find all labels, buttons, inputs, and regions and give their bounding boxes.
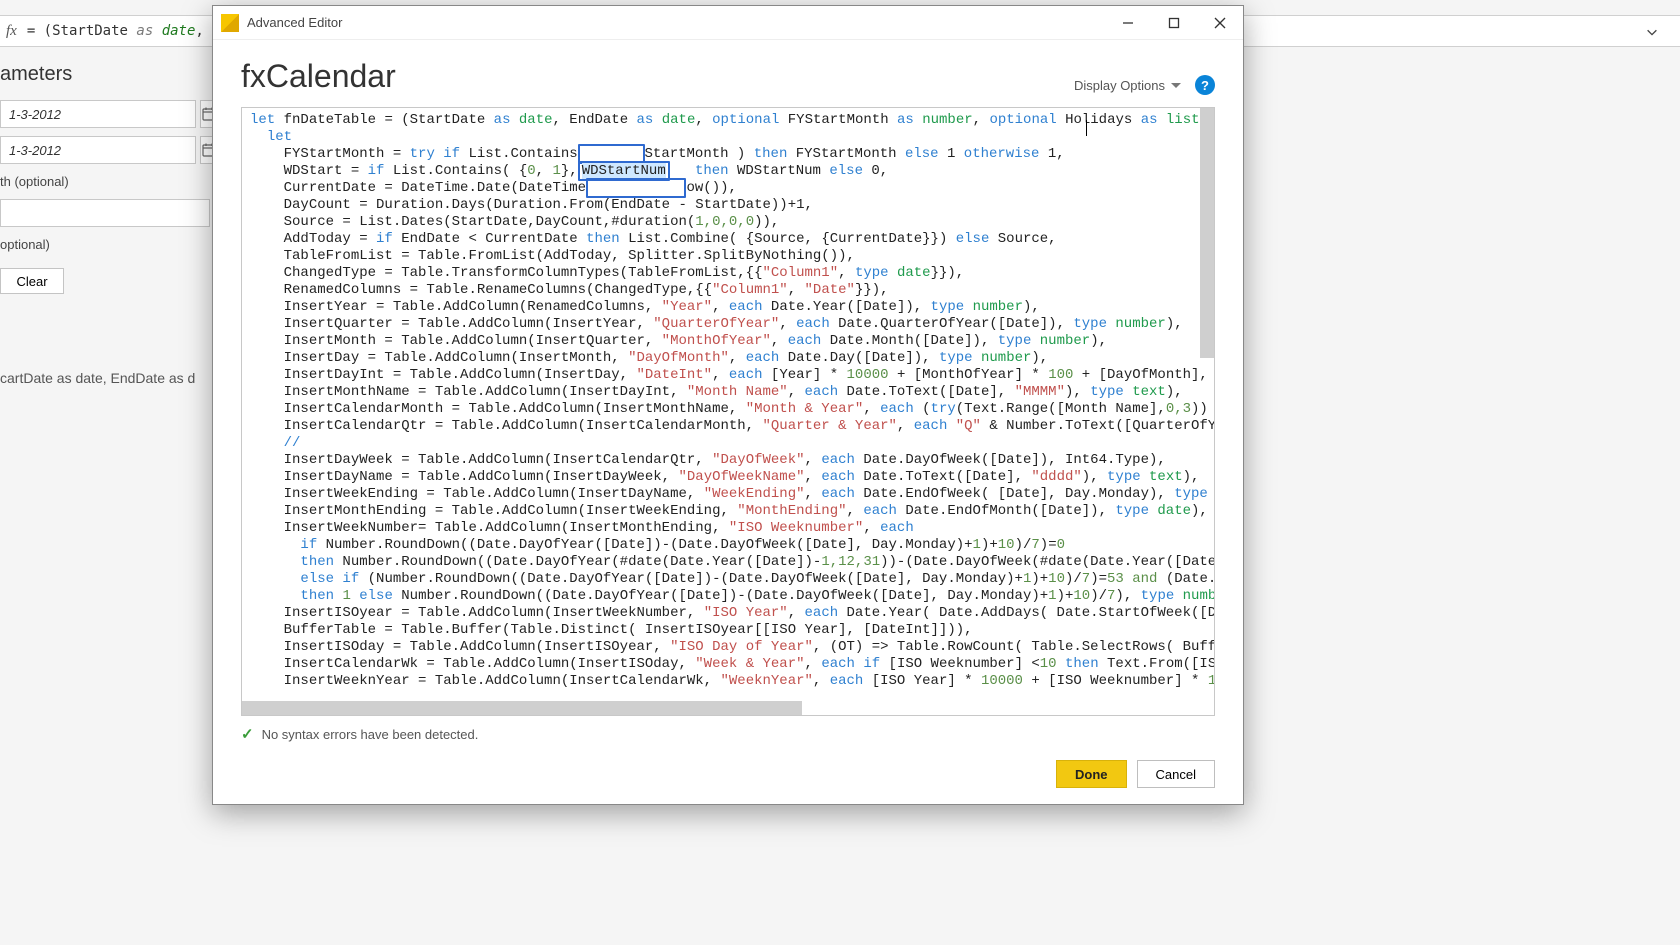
- highlighted-token: WDStartNum: [582, 163, 666, 179]
- fystartmonth-label: th (optional): [0, 172, 210, 191]
- start-date-input[interactable]: [0, 100, 196, 128]
- fx-icon: fx: [6, 23, 17, 40]
- status-text: No syntax errors have been detected.: [262, 727, 479, 742]
- fystartmonth-input[interactable]: [0, 199, 210, 227]
- function-signature: cartDate as date, EndDate as d: [0, 370, 195, 386]
- expand-down-icon[interactable]: [1642, 22, 1662, 42]
- maximize-button[interactable]: [1151, 6, 1197, 40]
- code-editor[interactable]: let fnDateTable = (StartDate as date, En…: [241, 107, 1215, 716]
- titlebar: Advanced Editor: [213, 6, 1243, 40]
- text-cursor: [1086, 120, 1087, 136]
- close-button[interactable]: [1197, 6, 1243, 40]
- query-name: fxCalendar: [241, 58, 396, 95]
- optional-label: optional): [0, 235, 210, 254]
- cancel-button[interactable]: Cancel: [1137, 760, 1215, 788]
- window-title: Advanced Editor: [247, 15, 1105, 30]
- clear-button[interactable]: Clear: [0, 268, 64, 294]
- vertical-scrollbar[interactable]: [1200, 108, 1214, 358]
- display-options-dropdown[interactable]: Display Options: [1074, 78, 1181, 93]
- powerbi-logo-icon: [221, 14, 239, 32]
- parameters-heading: ameters: [0, 55, 72, 94]
- help-icon[interactable]: ?: [1195, 75, 1215, 95]
- check-icon: ✓: [241, 725, 254, 743]
- parameters-form: th (optional) optional) Clear: [0, 100, 210, 294]
- advanced-editor-dialog: Advanced Editor fxCalendar Display Optio…: [212, 5, 1244, 805]
- done-button[interactable]: Done: [1056, 760, 1127, 788]
- syntax-status: ✓ No syntax errors have been detected.: [241, 716, 1215, 746]
- horizontal-scrollbar[interactable]: [242, 701, 802, 715]
- minimize-button[interactable]: [1105, 6, 1151, 40]
- end-date-input[interactable]: [0, 136, 196, 164]
- formula-text: = (StartDate as date, End: [27, 23, 238, 39]
